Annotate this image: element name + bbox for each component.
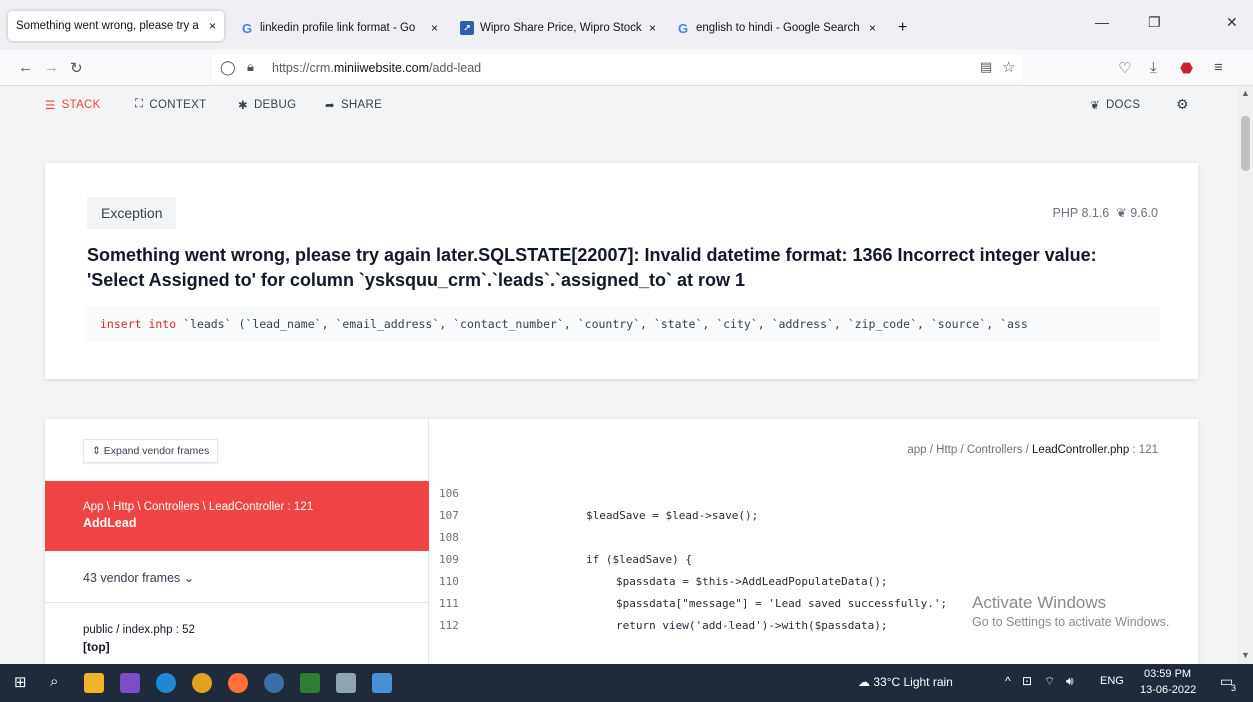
bug-icon: ✱ — [238, 100, 248, 112]
scroll-up-icon[interactable]: ▲ — [1241, 88, 1250, 98]
forward-icon[interactable]: → — [44, 59, 59, 76]
code-line: 109 if ($leadSave) { — [439, 553, 692, 566]
exception-badge: Exception — [87, 197, 177, 229]
shield-icon[interactable]: ◯ — [220, 59, 236, 76]
code-line: 106 — [439, 487, 459, 500]
address-bar[interactable]: ◯ 🔒︎ https://crm.miniiwebsite.com/add-le… — [212, 54, 1022, 82]
tab-google-search[interactable]: G english to hindi - Google Search × — [668, 12, 884, 44]
laravel-icon: ❦ — [1090, 100, 1100, 112]
file-path[interactable]: app / Http / Controllers / LeadControlle… — [907, 444, 1158, 456]
tab-linkedin[interactable]: G linkedin profile link format - Go × — [232, 12, 446, 44]
php-app-icon[interactable] — [120, 673, 140, 693]
code-snippet: 106 107 $leadSave = $lead->save(); 108 10… — [429, 483, 1198, 664]
back-icon[interactable]: ← — [18, 59, 33, 76]
nav-share[interactable]: ➦ SHARE — [325, 98, 382, 112]
clock-date[interactable]: 13-06-2022 — [1140, 684, 1196, 696]
code-line: 108 — [439, 531, 459, 544]
page-scrollbar[interactable]: ▲ ▼ — [1238, 86, 1253, 664]
tab-wipro[interactable]: ↗ Wipro Share Price, Wipro Stock × — [452, 12, 664, 44]
vendor-frames-toggle[interactable]: 43 vendor frames ⌄ — [45, 551, 429, 603]
settings-gear-icon[interactable]: ⚙ — [1176, 96, 1189, 113]
chart-favicon-icon: ↗ — [460, 21, 474, 35]
menu-icon[interactable]: ≡ — [1214, 59, 1223, 76]
firefox-icon[interactable] — [228, 673, 248, 693]
version-info: PHP 8.1.6 ❦ 9.6.0 — [1052, 206, 1159, 220]
wifi-icon[interactable]: ⌔ — [1044, 674, 1055, 689]
nav-debug[interactable]: ✱ DEBUG — [238, 98, 296, 112]
chrome-icon[interactable] — [192, 673, 212, 693]
scrollbar-thumb[interactable] — [1241, 116, 1250, 171]
share-icon: ➦ — [325, 100, 335, 112]
ignition-error-page: ☰ STACK ⛶ CONTEXT ✱ DEBUG ➦ SHARE ❦ DOCS ⚙ Ex… — [0, 86, 1238, 664]
google-g-icon: G — [241, 20, 253, 36]
language-indicator[interactable]: ENG — [1100, 675, 1124, 687]
laravel-icon: ❦ — [1116, 206, 1127, 220]
nav-stack[interactable]: ☰ STACK — [45, 98, 101, 112]
app-icon[interactable] — [264, 673, 284, 693]
weather-widget[interactable]: ☁ 33°C Light rain — [858, 675, 953, 689]
google-g-icon: G — [677, 20, 689, 36]
tab-title: linkedin profile link format - Go — [260, 22, 416, 34]
tab-title: english to hindi - Google Search — [696, 22, 860, 34]
close-window-icon[interactable]: ✕ — [1226, 14, 1238, 31]
reader-view-icon[interactable]: ▤ — [980, 59, 992, 75]
sql-query: insert into `leads` (`lead_name`, `email… — [87, 306, 1160, 342]
network-icon[interactable]: ⊡ — [1022, 674, 1032, 688]
chevron-down-icon: ⌄ — [183, 571, 195, 585]
expand-vendor-frames-button[interactable]: ⇕ Expand vendor frames — [83, 439, 219, 463]
lock-icon[interactable]: 🔒︎ — [247, 59, 254, 75]
scroll-down-icon[interactable]: ▼ — [1241, 650, 1250, 660]
context-icon: ⛶ — [135, 98, 144, 110]
bookmark-star-icon[interactable]: ☆ — [1002, 58, 1015, 76]
clock-time[interactable]: 03:59 PM — [1144, 668, 1191, 680]
url-text: https://crm.miniiwebsite.com/add-lead — [272, 61, 482, 75]
excel-icon[interactable] — [300, 673, 320, 693]
code-line: 110 $passdata = $this->AddLeadPopulateDat… — [439, 575, 888, 588]
close-tab-icon[interactable]: × — [869, 21, 876, 35]
reload-icon[interactable]: ↻ — [70, 59, 83, 77]
code-line: 107 $leadSave = $lead->save(); — [439, 509, 759, 522]
ublock-icon[interactable]: ⬣ — [1180, 59, 1193, 77]
ignition-top-nav: ☰ STACK ⛶ CONTEXT ✱ DEBUG ➦ SHARE ❦ DOCS ⚙ — [0, 86, 1238, 126]
browser-tab-bar: Something went wrong, please try a × G l… — [0, 0, 1253, 50]
tab-title: Wipro Share Price, Wipro Stock — [480, 22, 642, 34]
browser-nav-bar: ← → ↻ ◯ 🔒︎ https://crm.miniiwebsite.com/… — [0, 50, 1253, 86]
tab-active[interactable]: Something went wrong, please try a × — [8, 11, 224, 41]
notepad-icon[interactable] — [372, 673, 392, 693]
expand-icon: ⇕ — [92, 445, 101, 457]
cloud-icon: ☁ — [858, 675, 870, 689]
close-tab-icon[interactable]: × — [649, 21, 656, 35]
pocket-icon[interactable]: ♡ — [1118, 59, 1131, 77]
exception-message: Something went wrong, please try again l… — [87, 245, 1097, 290]
edge-icon[interactable] — [156, 673, 176, 693]
search-icon[interactable]: ⌕ — [50, 673, 58, 690]
tab-title: Something went wrong, please try a — [16, 20, 199, 32]
nav-context[interactable]: ⛶ CONTEXT — [135, 98, 206, 111]
close-tab-icon[interactable]: × — [431, 21, 438, 35]
windows-start-icon[interactable]: ⊞ — [14, 673, 27, 691]
paint-icon[interactable] — [336, 673, 356, 693]
close-tab-icon[interactable]: × — [209, 19, 216, 33]
exception-card: Exception PHP 8.1.6 ❦ 9.6.0 Something we… — [45, 163, 1198, 379]
tray-chevron-icon[interactable]: ^ — [1005, 674, 1011, 688]
notification-count: 3 — [1231, 683, 1237, 693]
restore-icon[interactable]: ❐ — [1148, 14, 1161, 31]
new-tab-button[interactable]: + — [890, 12, 916, 44]
volume-icon[interactable]: 🔊︎ — [1066, 674, 1074, 689]
download-icon[interactable]: ⤓ — [1150, 59, 1157, 76]
frame-item-index[interactable]: public / index.php : 52 [top] — [45, 603, 429, 664]
windows-taskbar: ⊞ ⌕ ☁ 33°C Light rain ^ ⊡ ⌔ 🔊︎ ENG 03:59… — [0, 664, 1253, 702]
frame-list: ⇕ Expand vendor frames App \ Http \ Cont… — [45, 419, 429, 664]
nav-docs[interactable]: ❦ DOCS — [1090, 98, 1140, 112]
minimize-icon[interactable]: — — [1095, 14, 1109, 30]
frame-item-active[interactable]: App \ Http \ Controllers \ LeadControlle… — [45, 481, 429, 551]
stack-icon: ☰ — [45, 100, 56, 112]
activate-windows-watermark: Activate Windows Go to Settings to activ… — [972, 593, 1170, 629]
file-explorer-icon[interactable] — [84, 673, 104, 693]
